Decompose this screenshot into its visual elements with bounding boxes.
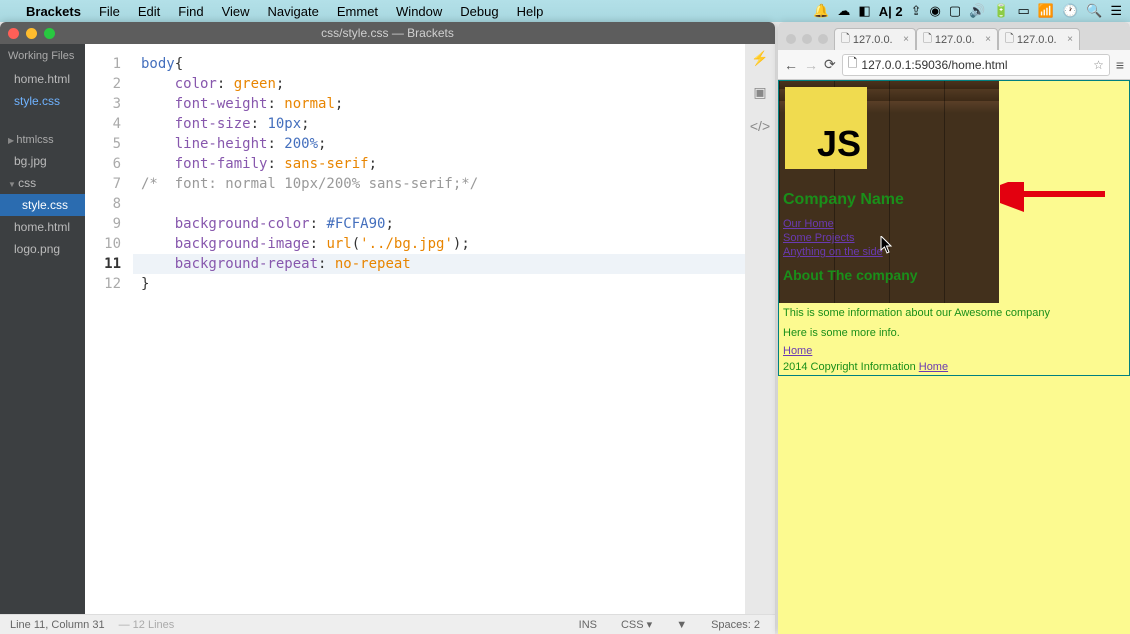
chrome-menu-icon[interactable]: ≡ [1116,57,1124,73]
chrome-window: 🗋127.0.0.× 🗋127.0.0.× 🗋127.0.0.× ← → ⟳ 🗋… [778,22,1130,634]
file-bg[interactable]: bg.jpg [0,150,85,172]
app-icon[interactable]: ◧ [858,3,870,19]
page-icon: 🗋 [848,54,858,75]
indent-setting[interactable]: Spaces: 2 [706,618,765,632]
gutter: 123456789101112 [85,44,133,614]
brackets-window: css/style.css — Brackets Working Files h… [0,22,775,634]
menu-window[interactable]: Window [396,4,442,19]
home-link[interactable]: Home [783,345,812,357]
back-button[interactable]: ← [784,57,798,73]
menu-help[interactable]: Help [517,4,544,19]
company-name: Company Name [779,189,999,211]
menu-icon[interactable]: ☰ [1110,3,1122,19]
rendered-page[interactable]: JS Company Name Our Home Some Projects A… [778,80,1130,634]
file-homehtml[interactable]: home.html [0,216,85,238]
zoom-button[interactable] [44,28,55,39]
display-icon[interactable]: ▢ [949,3,961,19]
close-icon[interactable]: × [985,34,991,45]
nav-link-3[interactable]: Anything on the side [779,245,999,259]
extension-icon[interactable]: ▣ [750,82,770,102]
nav-link-2[interactable]: Some Projects [779,231,999,245]
volume-icon[interactable]: 🔊 [969,3,985,19]
adobe-icon[interactable]: A| 2 [879,4,903,19]
cursor-position: Line 11, Column 31 [10,619,105,631]
menu-view[interactable]: View [222,4,250,19]
code-area[interactable]: body{ color: green; font-weight: normal;… [133,44,745,614]
nav-link-1[interactable]: Our Home [779,217,999,231]
menu-find[interactable]: Find [178,4,203,19]
window-controls [8,28,55,39]
close-icon[interactable]: × [903,34,909,45]
window-title: css/style.css — Brackets [321,26,454,40]
about-paragraph-2: Here is some more info. [779,323,1129,343]
wifi-icon[interactable]: 📶 [1038,3,1054,19]
chrome-window-controls [782,34,834,50]
statusbar: Line 11, Column 31 — 12 Lines INS CSS ▾ … [0,614,775,634]
minimize-button[interactable] [26,28,37,39]
footer-text: 2014 Copyright Information Home [779,359,1129,375]
folder-css[interactable]: css [0,172,85,194]
line-count: — 12 Lines [119,619,175,631]
insert-mode[interactable]: INS [574,618,602,632]
menu-navigate[interactable]: Navigate [268,4,319,19]
dropbox-icon[interactable]: ⇪ [911,3,922,19]
logo: JS [785,87,867,169]
language-mode[interactable]: CSS ▾ [616,617,657,632]
project-root[interactable]: htmlcss [0,130,85,150]
browser-tab-3[interactable]: 🗋127.0.0.× [998,28,1080,50]
code-hint-icon[interactable]: </> [750,116,770,136]
airplay-icon[interactable]: ▭ [1017,3,1029,19]
chrome-zoom[interactable] [818,34,828,44]
working-files-header: Working Files [0,44,85,68]
extension-strip: ⚡ ▣ </> [745,44,775,614]
close-button[interactable] [8,28,19,39]
close-icon[interactable]: × [1067,34,1073,45]
cloud-icon[interactable]: ☁ [837,3,850,19]
about-heading: About The company [779,265,999,285]
menu-edit[interactable]: Edit [138,4,160,19]
sync-icon[interactable]: ◉ [929,3,940,19]
chrome-min[interactable] [802,34,812,44]
menu-emmet[interactable]: Emmet [337,4,378,19]
battery-icon[interactable]: 🔋 [993,3,1009,19]
reload-button[interactable]: ⟳ [824,56,836,73]
chrome-close[interactable] [786,34,796,44]
working-file-style[interactable]: style.css [0,90,85,112]
mac-menubar: Brackets File Edit Find View Navigate Em… [0,0,1130,22]
clock-icon[interactable]: 🕐 [1062,3,1078,19]
file-stylecss[interactable]: style.css [0,194,85,216]
browser-tab-2[interactable]: 🗋127.0.0.× [916,28,998,50]
spotlight-icon[interactable]: 🔍 [1086,3,1102,19]
sidebar: Working Files home.html style.css htmlcs… [0,44,85,614]
chrome-tabbar: 🗋127.0.0.× 🗋127.0.0.× 🗋127.0.0.× [778,22,1130,50]
editor[interactable]: 123456789101112 body{ color: green; font… [85,44,745,614]
notification-icon[interactable]: 🔔 [813,3,829,19]
live-preview-icon[interactable]: ⚡ [750,48,770,68]
forward-button[interactable]: → [804,57,818,73]
menu-file[interactable]: File [99,4,120,19]
chrome-toolbar: ← → ⟳ 🗋 127.0.0.1:59036/home.html ☆ ≡ [778,50,1130,80]
about-paragraph-1: This is some information about our Aweso… [779,303,1129,323]
menu-debug[interactable]: Debug [460,4,498,19]
footer-home-link[interactable]: Home [919,361,948,373]
file-logo[interactable]: logo.png [0,238,85,260]
brackets-titlebar[interactable]: css/style.css — Brackets [0,22,775,44]
page-hero: JS Company Name Our Home Some Projects A… [779,81,999,303]
working-file-home[interactable]: home.html [0,68,85,90]
app-name[interactable]: Brackets [26,4,81,19]
url-text: 127.0.0.1:59036/home.html [861,58,1007,72]
bookmark-icon[interactable]: ☆ [1093,58,1104,72]
encoding[interactable]: ▼ [671,618,692,632]
browser-tab-1[interactable]: 🗋127.0.0.× [834,28,916,50]
menubar-status-icons: 🔔 ☁ ◧ A| 2 ⇪ ◉ ▢ 🔊 🔋 ▭ 📶 🕐 🔍 ☰ [813,3,1122,19]
address-bar[interactable]: 🗋 127.0.0.1:59036/home.html ☆ [842,54,1110,76]
